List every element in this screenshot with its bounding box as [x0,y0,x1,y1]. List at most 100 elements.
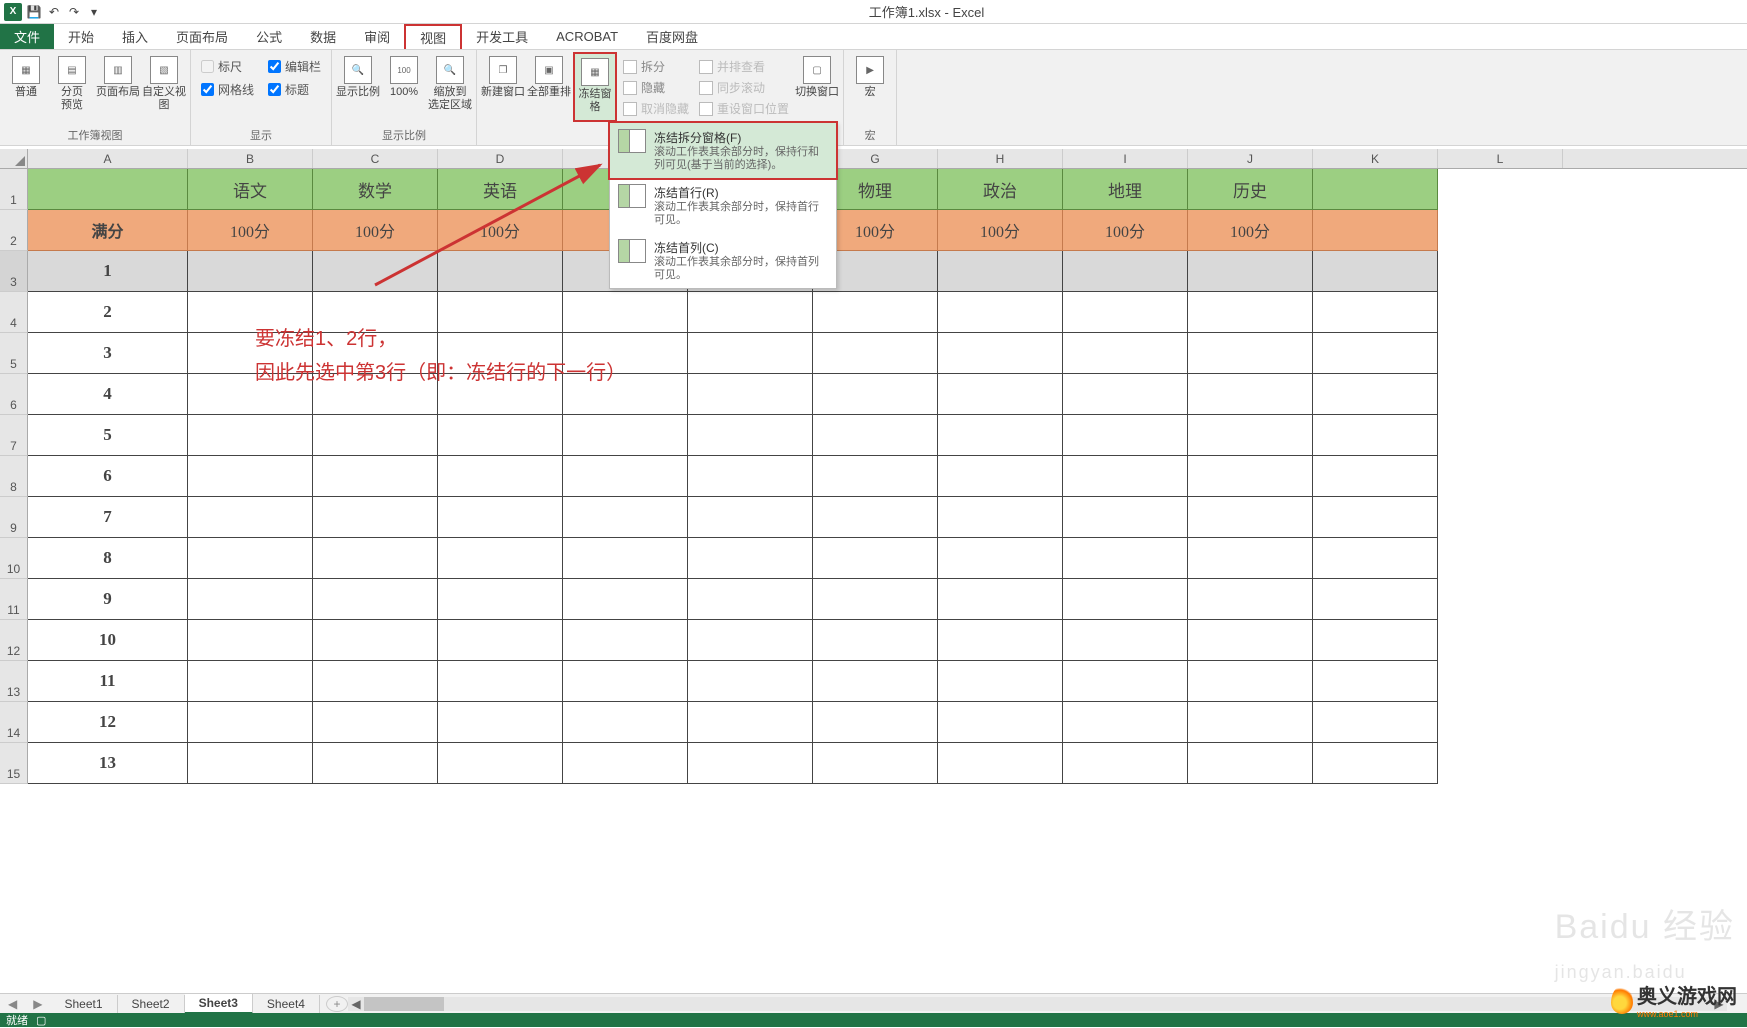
cell[interactable] [938,292,1063,333]
tab-view[interactable]: 视图 [404,24,462,49]
add-sheet-button[interactable]: + [326,996,348,1012]
cell[interactable]: 历史 [1188,169,1313,210]
formula-bar-checkbox[interactable]: 编辑栏 [268,58,321,75]
gridlines-checkbox[interactable]: 网格线 [201,81,254,98]
headings-checkbox[interactable]: 标题 [268,81,321,98]
row[interactable]: 108 [0,538,1747,579]
row-header[interactable]: 2 [0,210,28,251]
cell[interactable] [688,456,813,497]
save-icon[interactable]: 💾 [26,4,42,20]
row[interactable]: 2满分100分100分100分100分100分100分100分 [0,210,1747,251]
cell[interactable] [563,661,688,702]
tab-file[interactable]: 文件 [0,24,54,49]
cell[interactable] [188,579,313,620]
cell[interactable] [813,292,938,333]
cell[interactable] [813,579,938,620]
cell[interactable] [188,538,313,579]
arrange-all-button[interactable]: ▣全部重排 [527,52,571,122]
cell[interactable]: 地理 [1063,169,1188,210]
cell[interactable]: 100分 [188,210,313,251]
col-header-K[interactable]: K [1313,149,1438,168]
reset-window-button[interactable]: 重设窗口位置 [699,100,789,117]
worksheet-grid[interactable]: A B C D E F G H I J K L 1语文数学英语物理政治地理历史2… [0,149,1747,994]
cell[interactable] [563,743,688,784]
col-header-C[interactable]: C [313,149,438,168]
cell[interactable] [438,702,563,743]
cell[interactable] [813,333,938,374]
cell[interactable] [813,374,938,415]
tab-baidu[interactable]: 百度网盘 [632,24,712,49]
cell[interactable] [563,415,688,456]
hide-button[interactable]: 隐藏 [623,79,689,96]
cell[interactable] [563,538,688,579]
freeze-panes-item[interactable]: 冻结拆分窗格(F)滚动工作表其余部分时，保持行和列可见(基于当前的选择)。 [608,121,838,180]
cell[interactable] [1313,292,1438,333]
cell[interactable] [688,538,813,579]
row[interactable]: 1513 [0,743,1747,784]
row-header[interactable]: 11 [0,579,28,620]
tab-insert[interactable]: 插入 [108,24,162,49]
sheet-tab-4[interactable]: Sheet4 [253,995,320,1013]
cell[interactable] [1313,210,1438,251]
col-header-I[interactable]: I [1063,149,1188,168]
cell[interactable] [1188,292,1313,333]
cell[interactable] [1063,456,1188,497]
cell[interactable] [938,702,1063,743]
row-header[interactable]: 8 [0,456,28,497]
cell[interactable] [1063,374,1188,415]
cell[interactable] [813,415,938,456]
custom-view-button[interactable]: ▧自定义视图 [142,52,186,122]
cell[interactable] [938,579,1063,620]
row[interactable]: 86 [0,456,1747,497]
cell[interactable] [938,743,1063,784]
cell[interactable] [938,251,1063,292]
cell[interactable] [438,415,563,456]
tab-dev[interactable]: 开发工具 [462,24,542,49]
cell[interactable] [188,497,313,538]
cell[interactable]: 100分 [313,210,438,251]
cell[interactable] [1188,415,1313,456]
cell[interactable] [813,702,938,743]
row-header[interactable]: 5 [0,333,28,374]
row[interactable]: 1412 [0,702,1747,743]
cell[interactable] [438,661,563,702]
cell[interactable] [1313,169,1438,210]
cell[interactable] [438,251,563,292]
cell[interactable]: 7 [28,497,188,538]
freeze-panes-button[interactable]: ▦冻结窗格 [573,52,617,122]
row-header[interactable]: 6 [0,374,28,415]
cell[interactable] [1188,743,1313,784]
cell[interactable] [938,620,1063,661]
row[interactable]: 1210 [0,620,1747,661]
cell[interactable] [938,497,1063,538]
cell[interactable] [1313,497,1438,538]
tab-acrobat[interactable]: ACROBAT [542,24,632,49]
tab-data[interactable]: 数据 [296,24,350,49]
cell[interactable] [1188,579,1313,620]
cell[interactable] [1063,333,1188,374]
qat-more-icon[interactable]: ▾ [86,4,102,20]
select-all-corner[interactable] [0,149,28,169]
cell[interactable] [1313,579,1438,620]
scroll-left-icon[interactable]: ◀ [348,997,364,1011]
cell[interactable]: 英语 [438,169,563,210]
cell[interactable] [1063,743,1188,784]
cell[interactable] [313,456,438,497]
cell[interactable] [188,415,313,456]
cell[interactable] [813,620,938,661]
cell[interactable] [938,333,1063,374]
cell[interactable] [1313,251,1438,292]
cell[interactable] [688,333,813,374]
cell[interactable] [313,415,438,456]
cell[interactable]: 政治 [938,169,1063,210]
cell[interactable] [438,743,563,784]
cell[interactable] [1188,497,1313,538]
zoom-100-button[interactable]: 100100% [382,52,426,122]
col-header-D[interactable]: D [438,149,563,168]
cell[interactable] [938,661,1063,702]
cell[interactable] [1063,251,1188,292]
cell[interactable]: 2 [28,292,188,333]
cell[interactable] [438,497,563,538]
cell[interactable] [1063,579,1188,620]
cell[interactable] [188,251,313,292]
